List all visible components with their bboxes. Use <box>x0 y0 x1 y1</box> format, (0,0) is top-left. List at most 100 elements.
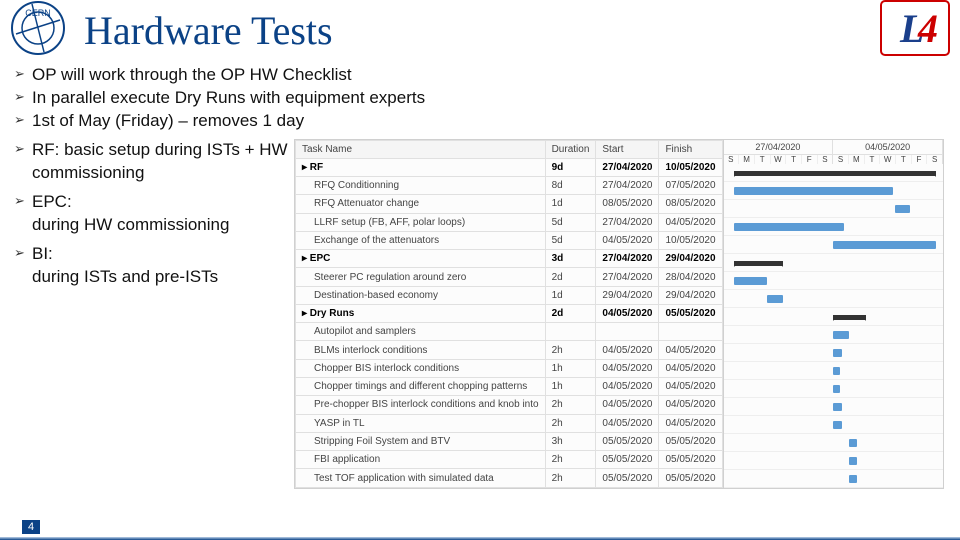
timeline-day-label: T <box>865 155 881 164</box>
gantt-row: ▸ EPC3d27/04/202029/04/2020 <box>296 250 723 268</box>
gantt-row: Destination-based economy1d29/04/202029/… <box>296 286 723 304</box>
timeline-day-label: T <box>755 155 771 164</box>
gantt-duration: 3d <box>545 250 596 268</box>
gantt-duration: 2h <box>545 414 596 432</box>
gantt-duration: 3h <box>545 432 596 450</box>
gantt-duration <box>545 323 596 341</box>
gantt-task-bar <box>734 277 767 285</box>
timeline-day-label: S <box>833 155 849 164</box>
gantt-bar-row <box>724 182 943 200</box>
gantt-row: FBI application2h05/05/202005/05/2020 <box>296 451 723 469</box>
gantt-bar-row <box>724 380 943 398</box>
gantt-duration: 2h <box>545 469 596 487</box>
gantt-duration: 1d <box>545 195 596 213</box>
gantt-duration: 2h <box>545 341 596 359</box>
gantt-start: 04/05/2020 <box>596 359 659 377</box>
gantt-finish: 05/05/2020 <box>659 469 722 487</box>
gantt-duration: 2h <box>545 396 596 414</box>
gantt-row: Exchange of the attenuators5d04/05/20201… <box>296 231 723 249</box>
gantt-row: Chopper BIS interlock conditions1h04/05/… <box>296 359 723 377</box>
gantt-start: 27/04/2020 <box>596 268 659 286</box>
gantt-duration: 5d <box>545 213 596 231</box>
gantt-chart: Task Name Duration Start Finish ▸ RF9d27… <box>294 139 944 489</box>
gantt-task-name: RFQ Conditionning <box>296 177 546 195</box>
gantt-bar-row <box>724 416 943 434</box>
left-bullet: RF: basic setup during ISTs + HW commiss… <box>14 139 288 185</box>
gantt-task-name: RFQ Attenuator change <box>296 195 546 213</box>
gantt-start: 04/05/2020 <box>596 304 659 322</box>
gantt-finish <box>659 323 722 341</box>
gantt-task-name: YASP in TL <box>296 414 546 432</box>
gantt-task-name: ▸ Dry Runs <box>296 304 546 322</box>
gantt-task-bar <box>833 367 840 375</box>
left-bullet: EPC: during HW commissioning <box>14 191 288 237</box>
gantt-start: 04/05/2020 <box>596 231 659 249</box>
gantt-row: RFQ Attenuator change1d08/05/202008/05/2… <box>296 195 723 213</box>
col-finish: Finish <box>659 140 722 158</box>
gantt-duration: 1h <box>545 359 596 377</box>
gantt-finish: 05/05/2020 <box>659 304 722 322</box>
gantt-task-bar <box>849 457 858 465</box>
gantt-task-bar <box>833 331 848 339</box>
gantt-duration: 8d <box>545 177 596 195</box>
col-task: Task Name <box>296 140 546 158</box>
gantt-bar-row <box>724 308 943 326</box>
gantt-finish: 29/04/2020 <box>659 286 722 304</box>
gantt-start: 05/05/2020 <box>596 451 659 469</box>
gantt-start: 27/04/2020 <box>596 177 659 195</box>
gantt-finish: 10/05/2020 <box>659 231 722 249</box>
gantt-finish: 07/05/2020 <box>659 177 722 195</box>
gantt-task-name: Destination-based economy <box>296 286 546 304</box>
l4-logo: L 4 <box>880 0 950 56</box>
gantt-task-bar <box>833 421 842 429</box>
gantt-row: ▸ Dry Runs2d04/05/202005/05/2020 <box>296 304 723 322</box>
gantt-summary-bar <box>833 315 866 320</box>
svg-text:CERN: CERN <box>25 8 51 18</box>
gantt-start: 04/05/2020 <box>596 414 659 432</box>
gantt-row: Autopilot and samplers <box>296 323 723 341</box>
top-bullet: 1st of May (Friday) – removes 1 day <box>14 110 950 133</box>
gantt-bar-row <box>724 326 943 344</box>
timeline-day-label: T <box>786 155 802 164</box>
gantt-task-name: BLMs interlock conditions <box>296 341 546 359</box>
timeline-day-label: T <box>896 155 912 164</box>
gantt-bar-row <box>724 398 943 416</box>
gantt-task-bar <box>767 295 782 303</box>
slide-title: Hardware Tests <box>84 3 333 54</box>
gantt-row: LLRF setup (FB, AFF, polar loops)5d27/04… <box>296 213 723 231</box>
gantt-task-name: ▸ EPC <box>296 250 546 268</box>
gantt-finish: 04/05/2020 <box>659 213 722 231</box>
gantt-row: RFQ Conditionning8d27/04/202007/05/2020 <box>296 177 723 195</box>
gantt-bar-row <box>724 200 943 218</box>
page-number: 4 <box>22 520 40 534</box>
gantt-duration: 2h <box>545 451 596 469</box>
gantt-start: 27/04/2020 <box>596 158 659 176</box>
gantt-task-bar <box>734 223 844 231</box>
gantt-task-bar <box>833 241 936 249</box>
gantt-start: 08/05/2020 <box>596 195 659 213</box>
timeline-day-label: F <box>912 155 928 164</box>
gantt-finish: 29/04/2020 <box>659 250 722 268</box>
gantt-duration: 5d <box>545 231 596 249</box>
gantt-task-name: Test TOF application with simulated data <box>296 469 546 487</box>
gantt-task-bar <box>895 205 910 213</box>
gantt-row: Stripping Foil System and BTV3h05/05/202… <box>296 432 723 450</box>
gantt-finish: 10/05/2020 <box>659 158 722 176</box>
gantt-row: YASP in TL2h04/05/202004/05/2020 <box>296 414 723 432</box>
gantt-start: 05/05/2020 <box>596 469 659 487</box>
gantt-task-bar <box>833 349 842 357</box>
gantt-finish: 05/05/2020 <box>659 451 722 469</box>
gantt-row: Chopper timings and different chopping p… <box>296 378 723 396</box>
gantt-task-name: FBI application <box>296 451 546 469</box>
gantt-duration: 2d <box>545 304 596 322</box>
gantt-task-bar <box>833 403 842 411</box>
gantt-task-name: Pre-chopper BIS interlock conditions and… <box>296 396 546 414</box>
timeline-week-date: 27/04/2020 <box>724 140 833 155</box>
timeline-day-label: W <box>771 155 787 164</box>
gantt-row: BLMs interlock conditions2h04/05/202004/… <box>296 341 723 359</box>
gantt-duration: 1h <box>545 378 596 396</box>
gantt-task-name: Chopper BIS interlock conditions <box>296 359 546 377</box>
slide-header: CERN Hardware Tests L 4 <box>0 0 960 56</box>
gantt-duration: 1d <box>545 286 596 304</box>
timeline-day-label: M <box>849 155 865 164</box>
